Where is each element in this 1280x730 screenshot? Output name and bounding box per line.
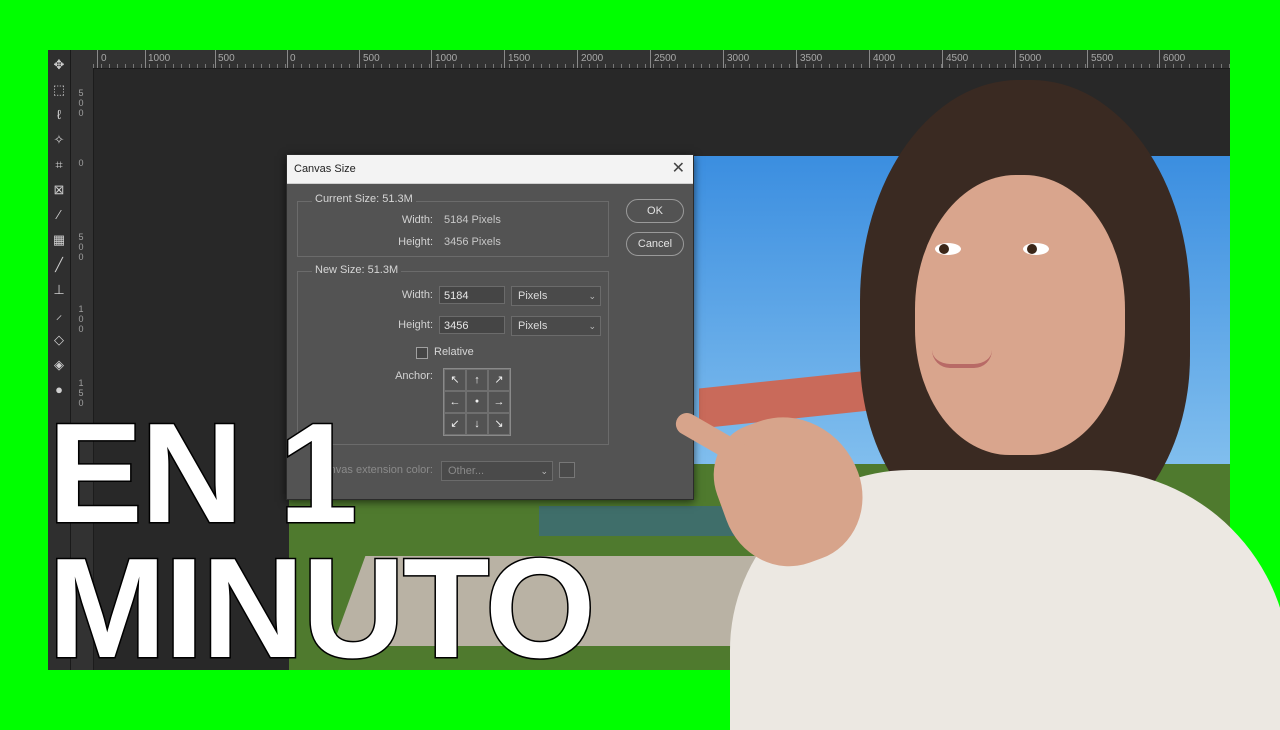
current-width-value: 5184 Pixels	[444, 214, 501, 226]
ruler-label: 3000	[727, 53, 750, 64]
current-height-value: 3456 Pixels	[444, 236, 501, 248]
height-input[interactable]: 3456	[439, 316, 505, 334]
dialog-title-bar[interactable]: Canvas Size ✕	[287, 155, 693, 184]
ruler-label: 4000	[873, 53, 896, 64]
presenter-eye	[1023, 243, 1049, 255]
ruler-label: 5500	[1091, 53, 1114, 64]
anchor-center-icon[interactable]: ●	[466, 391, 488, 413]
current-width-label: Width:	[401, 214, 433, 226]
lasso-icon[interactable]: ℓ	[50, 106, 68, 124]
chevron-down-icon: ⌄	[588, 321, 596, 331]
ruler-label: 1000	[148, 53, 171, 64]
move-icon[interactable]: ✥	[50, 56, 68, 74]
relative-label: Relative	[434, 346, 474, 358]
anchor-top-icon[interactable]: ↑	[466, 369, 488, 391]
frame-icon[interactable]: ⊠	[50, 181, 68, 199]
anchor-right-icon[interactable]: →	[488, 391, 510, 413]
ruler-label: 0	[78, 158, 84, 168]
ruler-label: 1500	[508, 53, 531, 64]
current-size-title: Current Size: 51.3M	[312, 193, 416, 205]
ruler-label: 2000	[581, 53, 604, 64]
cancel-button[interactable]: Cancel	[626, 232, 684, 256]
presenter-mouth	[932, 350, 992, 368]
ok-button[interactable]: OK	[626, 199, 684, 223]
ruler-label: 6000	[1163, 53, 1186, 64]
overlay-title-line1: EN 1	[47, 394, 360, 553]
paint-bucket-icon[interactable]: ◈	[50, 356, 68, 374]
width-input[interactable]: 5184	[439, 286, 505, 304]
anchor-bottom-left-icon[interactable]: ↙	[444, 413, 466, 435]
close-icon[interactable]: ✕	[672, 155, 685, 183]
ruler-label: 500	[78, 88, 84, 118]
extension-color-swatch[interactable]	[559, 462, 575, 478]
ruler-label: 500	[218, 53, 235, 64]
ruler-label: 500	[78, 232, 84, 262]
ruler-label: 5000	[1019, 53, 1042, 64]
history-brush-icon[interactable]: ⸝	[50, 306, 68, 324]
presenter-photo	[671, 80, 1280, 730]
eyedropper-icon[interactable]: ⁄	[50, 206, 68, 224]
chevron-down-icon: ⌄	[588, 291, 596, 301]
current-size-group	[297, 201, 609, 257]
marquee-icon[interactable]: ⬚	[50, 81, 68, 99]
extension-color-value: Other...	[448, 465, 485, 477]
crop-icon[interactable]: ⌗	[50, 156, 68, 174]
extension-color-select[interactable]: Other... ⌄	[441, 461, 553, 481]
relative-checkbox[interactable]	[416, 347, 428, 359]
anchor-top-right-icon[interactable]: ↗	[488, 369, 510, 391]
anchor-label: Anchor:	[395, 370, 433, 382]
ruler-label: 3500	[800, 53, 823, 64]
ruler-label: 500	[363, 53, 380, 64]
width-unit-select[interactable]: Pixels ⌄	[511, 286, 601, 306]
ruler-label: 4500	[946, 53, 969, 64]
magic-wand-icon[interactable]: ✧	[50, 131, 68, 149]
eraser-icon[interactable]: ◇	[50, 331, 68, 349]
ruler-label: 0	[290, 53, 296, 64]
dialog-title: Canvas Size	[294, 163, 356, 175]
new-width-label: Width:	[401, 289, 433, 301]
horizontal-ruler[interactable]: 0 1000 500 0 500 1000 1500 2000 2500 300…	[93, 50, 1230, 69]
new-size-title: New Size: 51.3M	[312, 264, 402, 276]
anchor-grid[interactable]: ↖ ↑ ↗ ← ● → ↙ ↓ ↘	[443, 368, 511, 436]
anchor-bottom-right-icon[interactable]: ↘	[488, 413, 510, 435]
height-unit-value: Pixels	[518, 320, 548, 332]
height-unit-select[interactable]: Pixels ⌄	[511, 316, 601, 336]
presenter-face	[915, 175, 1125, 455]
new-height-label: Height:	[398, 319, 433, 331]
ruler-label: 2500	[654, 53, 677, 64]
ruler-label: 1000	[435, 53, 458, 64]
presenter-eye	[935, 243, 961, 255]
healing-brush-icon[interactable]: ▦	[50, 231, 68, 249]
clone-stamp-icon[interactable]: ⊥	[50, 281, 68, 299]
ruler-label: 0	[101, 53, 107, 64]
width-unit-value: Pixels	[518, 290, 548, 302]
anchor-bottom-icon[interactable]: ↓	[466, 413, 488, 435]
chevron-down-icon: ⌄	[540, 466, 548, 476]
brush-icon[interactable]: ╱	[50, 256, 68, 274]
ruler-label: 100	[78, 304, 84, 334]
anchor-left-icon[interactable]: ←	[444, 391, 466, 413]
current-height-label: Height:	[398, 236, 433, 248]
overlay-title-line2: MINUTO	[46, 529, 596, 688]
anchor-top-left-icon[interactable]: ↖	[444, 369, 466, 391]
